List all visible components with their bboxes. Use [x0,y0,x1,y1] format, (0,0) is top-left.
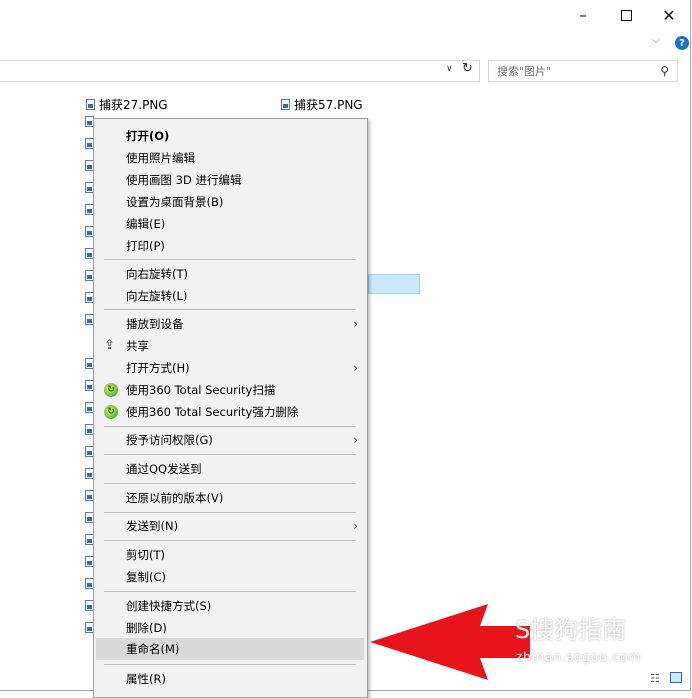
menu-item-share[interactable]: ⇪ 共享 [96,335,364,357]
menu-item-cut[interactable]: 剪切(T) [96,544,364,566]
menu-separator [104,664,356,665]
selected-file-highlight[interactable] [368,274,420,294]
file-item[interactable]: 捕获57.PNG [281,96,363,112]
menu-item-delete[interactable]: 删除(D) [96,617,364,639]
title-bar: – ✕ [0,0,692,30]
menu-item-label: 打开(O) [126,129,170,143]
menu-item-label: 剪切(T) [126,548,165,562]
menu-item-label: 打印(P) [126,239,165,253]
menu-item-open[interactable]: 打开(O) [96,125,364,147]
menu-item-send-via-qq[interactable]: 通过QQ发送到 [96,458,364,480]
menu-item-360-force-delete[interactable]: ↻ 使用360 Total Security强力删除 [96,401,364,423]
menu-item-copy[interactable]: 复制(C) [96,566,364,588]
menu-item-label: 设置为桌面背景(B) [126,195,224,209]
menu-separator [104,426,356,427]
help-icon[interactable]: ? [675,36,689,50]
menu-item-label: 删除(D) [126,621,167,635]
menu-item-label: 共享 [126,339,149,353]
share-icon: ⇪ [104,338,115,353]
security-360-icon: ↻ [104,405,118,419]
address-dropdown-icon[interactable]: ∨ [446,64,453,74]
menu-item-label: 使用360 Total Security强力删除 [126,405,299,419]
close-icon: ✕ [662,5,676,25]
menu-item-edit[interactable]: 编辑(E) [96,213,364,235]
menu-separator [104,454,356,455]
menu-item-cast-to-device[interactable]: 播放到设备 › [96,313,364,335]
menu-item-edit-with-paint3d[interactable]: 使用画图 3D 进行编辑 [96,169,364,191]
menu-item-create-shortcut[interactable]: 创建快捷方式(S) [96,595,364,617]
image-file-icon [86,98,95,110]
menu-item-rotate-left[interactable]: 向左旋转(L) [96,285,364,307]
submenu-arrow-icon: › [353,433,358,447]
menu-item-open-with[interactable]: 打开方式(H) › [96,357,364,379]
menu-item-label: 属性(R) [126,672,166,686]
menu-separator [104,512,356,513]
submenu-arrow-icon: › [353,317,358,331]
maximize-icon [620,9,632,21]
menu-item-label: 授予访问权限(G) [126,433,213,447]
close-button[interactable]: ✕ [646,0,692,30]
menu-item-label: 播放到设备 [126,317,184,331]
menu-separator [104,259,356,260]
address-bar[interactable] [0,60,480,82]
menu-separator [104,591,356,592]
menu-item-label: 通过QQ发送到 [126,462,202,476]
large-icons-view-icon[interactable] [670,672,682,683]
menu-separator [104,483,356,484]
details-view-icon[interactable]: ☷ [650,672,660,685]
menu-item-label: 复制(C) [126,570,167,584]
menu-item-label: 向右旋转(T) [126,267,188,281]
menu-item-give-access-to[interactable]: 授予访问权限(G) › [96,429,364,451]
menu-item-rename[interactable]: 重命名(M) [96,638,364,660]
search-input[interactable]: 搜索"图片" ⚲ [488,60,678,82]
menu-item-label: 使用画图 3D 进行编辑 [126,173,242,187]
search-placeholder: 搜索"图片" [497,65,552,78]
security-360-icon: ↻ [104,383,118,397]
menu-separator [104,540,356,541]
menu-item-restore-previous-versions[interactable]: 还原以前的版本(V) [96,487,364,509]
file-name: 捕获27.PNG [99,97,168,112]
menu-item-360-scan[interactable]: ↻ 使用360 Total Security扫描 [96,379,364,401]
search-icon[interactable]: ⚲ [660,64,669,78]
menu-item-properties[interactable]: 属性(R) [96,668,364,690]
menu-item-label: 重命名(M) [126,642,180,656]
menu-item-rotate-right[interactable]: 向右旋转(T) [96,263,364,285]
menu-item-send-to[interactable]: 发送到(N) › [96,515,364,537]
menu-item-print[interactable]: 打印(P) [96,235,364,257]
refresh-icon[interactable]: ↻ [462,61,473,76]
menu-item-label: 发送到(N) [126,519,179,533]
minimize-icon: – [579,6,587,24]
minimize-button[interactable]: – [560,0,606,30]
expand-ribbon-chevron-icon[interactable]: ⌵ [652,35,660,46]
context-menu: 打开(O) 使用照片编辑 使用画图 3D 进行编辑 设置为桌面背景(B) 编辑(… [93,118,368,698]
menu-item-label: 使用照片编辑 [126,151,195,165]
red-pointer-arrow-icon [370,604,530,680]
maximize-button[interactable] [603,0,649,30]
submenu-arrow-icon: › [353,361,358,375]
sogou-watermark-logo: S搜狗指南 [515,616,627,644]
menu-item-label: 打开方式(H) [126,361,190,375]
menu-item-label: 创建快捷方式(S) [126,599,212,613]
menu-item-label: 使用360 Total Security扫描 [126,383,276,397]
image-file-icon [281,98,290,110]
file-name: 捕获57.PNG [294,97,363,112]
menu-separator [104,309,356,310]
menu-item-label: 还原以前的版本(V) [126,491,224,505]
menu-item-set-desktop-background[interactable]: 设置为桌面背景(B) [96,191,364,213]
menu-item-label: 向左旋转(L) [126,289,188,303]
file-item[interactable]: 捕获27.PNG [86,96,168,112]
submenu-arrow-icon: › [353,519,358,533]
menu-item-label: 编辑(E) [126,217,166,231]
sogou-watermark-url: zhinan.sogou.com [516,650,642,664]
menu-item-edit-with-photos[interactable]: 使用照片编辑 [96,147,364,169]
